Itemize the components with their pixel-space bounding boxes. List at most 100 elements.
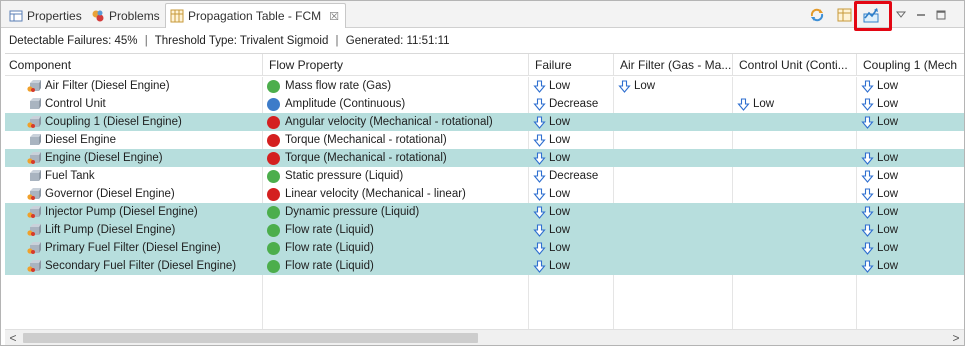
flow-property-cell: Flow rate (Liquid) (263, 257, 529, 275)
failure-cell: Low (529, 185, 614, 203)
close-icon[interactable]: ☒ (329, 10, 339, 23)
status-dot-icon (267, 151, 280, 165)
component-icon (30, 134, 41, 145)
table-row[interactable]: Diesel Engine Torque (Mechanical - rotati… (5, 131, 964, 149)
failure-value: Low (549, 242, 571, 254)
table-row[interactable]: Injector Pump (Diesel Engine) Dynamic pre… (5, 203, 964, 221)
component-cell: Secondary Fuel Filter (Diesel Engine) (5, 257, 263, 275)
scroll-right-button[interactable]: > (948, 330, 964, 346)
flow-property-cell: Angular velocity (Mechanical - rotationa… (263, 113, 529, 131)
flow-property-name: Mass flow rate (Gas) (285, 80, 392, 92)
table-row[interactable]: Engine (Diesel Engine) Torque (Mechanical… (5, 149, 964, 167)
view-menu-icon[interactable] (891, 5, 911, 25)
arrow-down-icon (533, 169, 546, 183)
flow-property-cell: Dynamic pressure (Liquid) (263, 203, 529, 221)
failure-cell: Decrease (529, 167, 614, 185)
air-filter-cell (614, 185, 733, 203)
column-header-flow-property[interactable]: Flow Property (263, 54, 529, 76)
column-header-component[interactable]: Component (5, 54, 263, 76)
failure-value: Low (549, 80, 571, 92)
flow-property-cell: Flow rate (Liquid) (263, 239, 529, 257)
component-name: Primary Fuel Filter (Diesel Engine) (45, 242, 221, 254)
arrow-down-icon (861, 259, 874, 273)
empty-cell (529, 311, 614, 329)
failure-cell: Low (529, 221, 614, 239)
flow-property-cell: Mass flow rate (Gas) (263, 77, 529, 95)
failure-value: Low (877, 260, 899, 272)
component-cell: Injector Pump (Diesel Engine) (5, 203, 263, 221)
coupling-cell: Low (857, 167, 964, 185)
empty-cell (263, 293, 529, 311)
component-name: Injector Pump (Diesel Engine) (45, 206, 198, 218)
component-name: Air Filter (Diesel Engine) (45, 80, 170, 92)
arrow-down-icon (533, 241, 546, 255)
empty-cell (733, 311, 857, 329)
column-header-control-unit[interactable]: Control Unit (Conti... (733, 54, 857, 76)
generated-time: Generated: 11:51:11 (345, 35, 450, 47)
arrow-down-icon (861, 241, 874, 255)
failure-value: Low (549, 224, 571, 236)
table-row[interactable]: Air Filter (Diesel Engine) Mass flow rate… (5, 77, 964, 95)
control-unit-cell (733, 185, 857, 203)
component-cell: Primary Fuel Filter (Diesel Engine) (5, 239, 263, 257)
air-filter-cell (614, 95, 733, 113)
failure-value: Low (877, 242, 899, 254)
table-body: Air Filter (Diesel Engine) Mass flow rate… (5, 77, 964, 329)
column-header-failure[interactable]: Failure (529, 54, 614, 76)
table-view-icon[interactable] (835, 5, 855, 25)
scrollbar-thumb[interactable] (23, 333, 478, 343)
table-row[interactable]: Coupling 1 (Diesel Engine) Angular veloci… (5, 113, 964, 131)
flow-property-name: Flow rate (Liquid) (285, 260, 374, 272)
column-header-coupling-1[interactable]: Coupling 1 (Mech (857, 54, 964, 76)
failure-value: Low (877, 98, 899, 110)
arrow-down-icon (533, 79, 546, 93)
maximize-icon[interactable] (931, 5, 951, 25)
coupling-cell: Low (857, 77, 964, 95)
tab-problems[interactable]: Problems (87, 4, 166, 28)
minimize-icon[interactable] (911, 5, 931, 25)
coupling-cell: Low (857, 185, 964, 203)
column-header-air-filter[interactable]: Air Filter (Gas - Ma... (614, 54, 733, 76)
sync-icon[interactable] (807, 5, 827, 25)
failure-value: Low (877, 224, 899, 236)
failure-value: Low (753, 98, 775, 110)
table-row[interactable]: Governor (Diesel Engine) Linear velocity … (5, 185, 964, 203)
failure-value: Low (549, 152, 571, 164)
table-row[interactable]: Lift Pump (Diesel Engine) Flow rate (Liqu… (5, 221, 964, 239)
empty-cell (5, 275, 263, 293)
component-warning-icon (27, 80, 41, 92)
flow-property-cell: Torque (Mechanical - rotational) (263, 131, 529, 149)
failure-value: Low (877, 80, 899, 92)
table-row[interactable]: Primary Fuel Filter (Diesel Engine) Flow … (5, 239, 964, 257)
control-unit-cell: Low (733, 95, 857, 113)
air-filter-cell (614, 131, 733, 149)
status-dot-icon (267, 169, 280, 183)
table-row[interactable]: Secondary Fuel Filter (Diesel Engine) Flo… (5, 257, 964, 275)
arrow-down-icon (861, 187, 874, 201)
component-cell: Air Filter (Diesel Engine) (5, 77, 263, 95)
control-unit-cell (733, 239, 857, 257)
component-warning-icon (27, 206, 41, 218)
status-separator: | (335, 35, 339, 47)
air-filter-cell (614, 221, 733, 239)
tab-properties[interactable]: Properties (5, 4, 88, 28)
component-cell: Fuel Tank (5, 167, 263, 185)
component-icon (30, 170, 41, 181)
failure-value: Low (549, 206, 571, 218)
flow-property-cell: Amplitude (Continuous) (263, 95, 529, 113)
horizontal-scrollbar[interactable]: < > (5, 329, 964, 345)
tab-label: Properties (27, 9, 82, 23)
scroll-left-button[interactable]: < (5, 330, 21, 346)
component-warning-icon (27, 224, 41, 236)
empty-cell (614, 311, 733, 329)
empty-cell (857, 311, 964, 329)
component-cell: Governor (Diesel Engine) (5, 185, 263, 203)
table-row[interactable]: Fuel Tank Static pressure (Liquid) Decreas… (5, 167, 964, 185)
coupling-cell: Low (857, 203, 964, 221)
tab-label: Propagation Table - FCM (188, 9, 322, 23)
failure-cell: Decrease (529, 95, 614, 113)
tab-propagation-table[interactable]: Propagation Table - FCM ☒ (165, 3, 347, 28)
air-filter-cell (614, 113, 733, 131)
control-unit-cell (733, 149, 857, 167)
table-row[interactable]: Control Unit Amplitude (Continuous) Decrea… (5, 95, 964, 113)
